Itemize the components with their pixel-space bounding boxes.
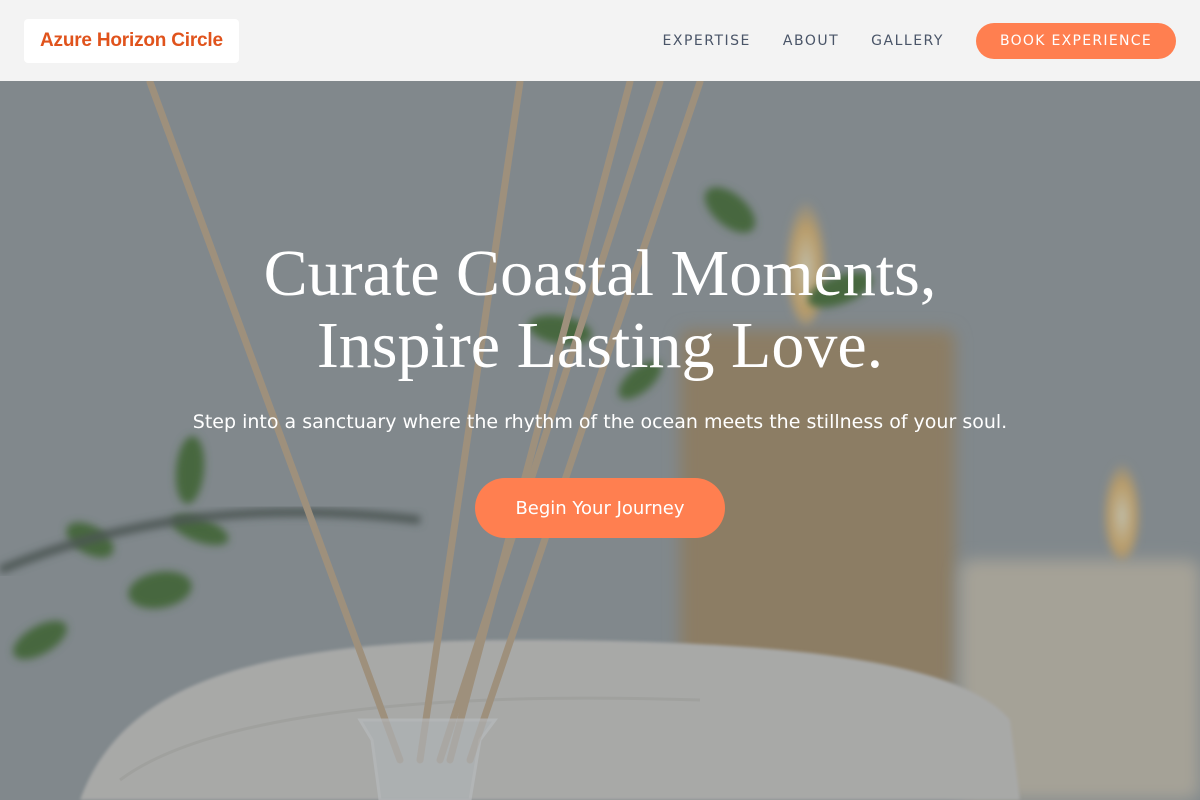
main-nav: EXPERTISE ABOUT GALLERY BOOK EXPERIENCE — [663, 22, 1176, 59]
nav-link-expertise[interactable]: EXPERTISE — [663, 33, 751, 49]
site-header: Azure Horizon Circle EXPERTISE ABOUT GAL… — [0, 0, 1200, 81]
hero-section: Curate Coastal Moments, Inspire Lasting … — [0, 238, 1200, 538]
book-experience-button[interactable]: BOOK EXPERIENCE — [975, 22, 1176, 59]
hero-subtitle: Step into a sanctuary where the rhythm o… — [192, 411, 1008, 433]
hero-title-line-2: Inspire Lasting Love. — [316, 309, 884, 382]
begin-journey-button[interactable]: Begin Your Journey — [475, 478, 725, 538]
nav-link-about[interactable]: ABOUT — [783, 33, 839, 49]
nav-link-gallery[interactable]: GALLERY — [871, 33, 944, 49]
hero-title-line-1: Curate Coastal Moments, — [263, 237, 937, 310]
hero-title: Curate Coastal Moments, Inspire Lasting … — [0, 238, 1200, 382]
logo[interactable]: Azure Horizon Circle — [24, 18, 239, 63]
